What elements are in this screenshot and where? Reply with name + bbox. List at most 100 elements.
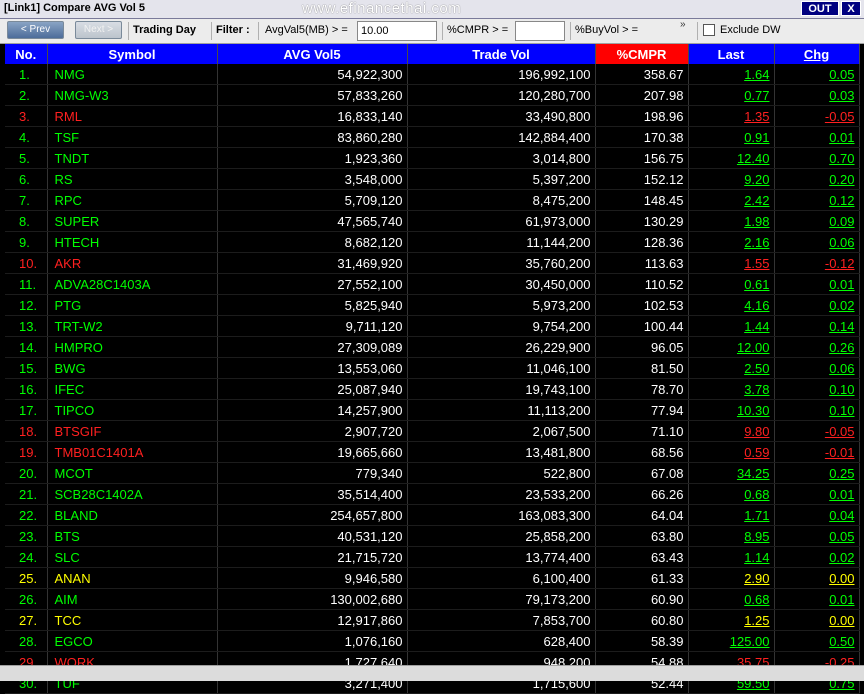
table-cell-chg[interactable]: 0.01 bbox=[774, 126, 860, 148]
table-cell-chg[interactable]: 0.50 bbox=[774, 630, 860, 652]
table-cell-chg[interactable]: -0.01 bbox=[774, 441, 860, 463]
table-cell-last[interactable]: 9.80 bbox=[688, 420, 775, 442]
horizontal-scrollbar[interactable] bbox=[0, 665, 864, 681]
table-cell-symbol[interactable]: ANAN bbox=[47, 567, 218, 589]
table-cell-last[interactable]: 0.61 bbox=[688, 273, 775, 295]
table-row[interactable]: 27. TCC 12,917,860 7,853,700 60.80 1.25 0.00 bbox=[5, 609, 860, 631]
table-cell-symbol[interactable]: PTG bbox=[47, 294, 218, 316]
column-header-avg-vol5[interactable]: AVG Vol5 bbox=[217, 44, 408, 64]
avgvol-filter-input[interactable]: 10.00 bbox=[357, 21, 437, 41]
table-cell-symbol[interactable]: TMB01C1401A bbox=[47, 441, 218, 463]
prev-button[interactable]: < Prev bbox=[7, 21, 64, 39]
table-cell-chg[interactable]: 0.06 bbox=[774, 357, 860, 379]
table-cell-last[interactable]: 12.40 bbox=[688, 147, 775, 169]
out-button[interactable]: OUT bbox=[801, 1, 839, 16]
exclude-dw-label[interactable]: Exclude DW bbox=[720, 24, 781, 36]
table-row[interactable]: 28. EGCO 1,076,160 628,400 58.39 125.00 0.50 bbox=[5, 630, 860, 652]
column-header-trade-vol[interactable]: Trade Vol bbox=[407, 44, 596, 64]
table-cell-last[interactable]: 1.55 bbox=[688, 252, 775, 274]
table-cell-symbol[interactable]: SUPER bbox=[47, 210, 218, 232]
table-row[interactable]: 21. SCB28C1402A 35,514,400 23,533,200 66.26 0… bbox=[5, 483, 860, 505]
table-cell-symbol[interactable]: BWG bbox=[47, 357, 218, 379]
table-row[interactable]: 20. MCOT 779,340 522,800 67.08 34.25 0.25 bbox=[5, 462, 860, 484]
table-cell-symbol[interactable]: AKR bbox=[47, 252, 218, 274]
table-row[interactable]: 19. TMB01C1401A 19,665,660 13,481,800 68.56 0… bbox=[5, 441, 860, 463]
table-cell-symbol[interactable]: TRT-W2 bbox=[47, 315, 218, 337]
table-row[interactable]: 8. SUPER 47,565,740 61,973,000 130.29 1.98 0.0… bbox=[5, 210, 860, 232]
table-cell-symbol[interactable]: TIPCO bbox=[47, 399, 218, 421]
table-row[interactable]: 11. ADVA28C1403A 27,552,100 30,450,000 110.5… bbox=[5, 273, 860, 295]
table-row[interactable]: 1. NMG 54,922,300 196,992,100 358.67 1.64 0.05 bbox=[5, 64, 860, 85]
table-cell-symbol[interactable]: HTECH bbox=[47, 231, 218, 253]
table-cell-chg[interactable]: 0.02 bbox=[774, 546, 860, 568]
trading-day-label[interactable]: Trading Day bbox=[133, 24, 196, 36]
table-cell-last[interactable]: 1.98 bbox=[688, 210, 775, 232]
table-row[interactable]: 14. HMPRO 27,309,089 26,229,900 96.05 12.00 0.… bbox=[5, 336, 860, 358]
table-cell-chg[interactable]: -0.05 bbox=[774, 420, 860, 442]
table-cell-last[interactable]: 125.00 bbox=[688, 630, 775, 652]
table-cell-last[interactable]: 8.95 bbox=[688, 525, 775, 547]
table-row[interactable]: 26. AIM 130,002,680 79,173,200 60.90 0.68 0.01 bbox=[5, 588, 860, 610]
table-cell-chg[interactable]: 0.01 bbox=[774, 273, 860, 295]
table-cell-last[interactable]: 1.14 bbox=[688, 546, 775, 568]
table-cell-symbol[interactable]: TCC bbox=[47, 609, 218, 631]
table-row[interactable]: 22. BLAND 254,657,800 163,083,300 64.04 1.71 0… bbox=[5, 504, 860, 526]
table-row[interactable]: 16. IFEC 25,087,940 19,743,100 78.70 3.78 0.10 bbox=[5, 378, 860, 400]
table-row[interactable]: 7. RPC 5,709,120 8,475,200 148.45 2.42 0.12 bbox=[5, 189, 860, 211]
table-row[interactable]: 13. TRT-W2 9,711,120 9,754,200 100.44 1.44 0.1… bbox=[5, 315, 860, 337]
table-cell-chg[interactable]: 0.06 bbox=[774, 231, 860, 253]
table-row[interactable]: 9. HTECH 8,682,120 11,144,200 128.36 2.16 0.06 bbox=[5, 231, 860, 253]
table-row[interactable]: 17. TIPCO 14,257,900 11,113,200 77.94 10.30 0.… bbox=[5, 399, 860, 421]
table-cell-symbol[interactable]: NMG-W3 bbox=[47, 84, 218, 106]
table-cell-symbol[interactable]: NMG bbox=[47, 64, 218, 85]
table-cell-last[interactable]: 0.59 bbox=[688, 441, 775, 463]
table-cell-chg[interactable]: 0.00 bbox=[774, 609, 860, 631]
table-cell-chg[interactable]: 0.00 bbox=[774, 567, 860, 589]
table-cell-symbol[interactable]: RPC bbox=[47, 189, 218, 211]
table-cell-chg[interactable]: 0.05 bbox=[774, 525, 860, 547]
table-cell-last[interactable]: 2.42 bbox=[688, 189, 775, 211]
table-cell-last[interactable]: 0.68 bbox=[688, 588, 775, 610]
table-cell-last[interactable]: 12.00 bbox=[688, 336, 775, 358]
column-header-chg[interactable]: Chg bbox=[774, 44, 860, 64]
table-cell-chg[interactable]: 0.05 bbox=[774, 64, 860, 85]
exclude-dw-checkbox[interactable] bbox=[703, 24, 715, 36]
table-cell-last[interactable]: 0.91 bbox=[688, 126, 775, 148]
table-row[interactable]: 25. ANAN 9,946,580 6,100,400 61.33 2.90 0.00 bbox=[5, 567, 860, 589]
table-cell-last[interactable]: 10.30 bbox=[688, 399, 775, 421]
table-cell-chg[interactable]: 0.01 bbox=[774, 483, 860, 505]
table-cell-symbol[interactable]: BTS bbox=[47, 525, 218, 547]
table-cell-last[interactable]: 4.16 bbox=[688, 294, 775, 316]
table-cell-symbol[interactable]: BLAND bbox=[47, 504, 218, 526]
table-cell-symbol[interactable]: HMPRO bbox=[47, 336, 218, 358]
table-cell-last[interactable]: 1.44 bbox=[688, 315, 775, 337]
table-row[interactable]: 24. SLC 21,715,720 13,774,400 63.43 1.14 0.02 bbox=[5, 546, 860, 568]
table-cell-chg[interactable]: 0.20 bbox=[774, 168, 860, 190]
column-header-cmpr[interactable]: %CMPR bbox=[595, 44, 689, 64]
table-cell-chg[interactable]: 0.03 bbox=[774, 84, 860, 106]
table-cell-last[interactable]: 1.35 bbox=[688, 105, 775, 127]
table-row[interactable]: 12. PTG 5,825,940 5,973,200 102.53 4.16 0.02 bbox=[5, 294, 860, 316]
table-cell-symbol[interactable]: RS bbox=[47, 168, 218, 190]
table-cell-chg[interactable]: 0.70 bbox=[774, 147, 860, 169]
table-cell-chg[interactable]: 0.25 bbox=[774, 462, 860, 484]
table-cell-chg[interactable]: -0.05 bbox=[774, 105, 860, 127]
table-cell-chg[interactable]: 0.10 bbox=[774, 399, 860, 421]
table-cell-chg[interactable]: 0.10 bbox=[774, 378, 860, 400]
table-cell-chg[interactable]: -0.12 bbox=[774, 252, 860, 274]
column-header-last[interactable]: Last bbox=[688, 44, 775, 64]
table-cell-chg[interactable]: 0.02 bbox=[774, 294, 860, 316]
table-row[interactable]: 23. BTS 40,531,120 25,858,200 63.80 8.95 0.05 bbox=[5, 525, 860, 547]
next-button[interactable]: Next > bbox=[75, 21, 122, 39]
table-cell-last[interactable]: 3.78 bbox=[688, 378, 775, 400]
table-row[interactable]: 4. TSF 83,860,280 142,884,400 170.38 0.91 0.01 bbox=[5, 126, 860, 148]
table-cell-chg[interactable]: 0.04 bbox=[774, 504, 860, 526]
table-cell-symbol[interactable]: TNDT bbox=[47, 147, 218, 169]
table-cell-chg[interactable]: 0.12 bbox=[774, 189, 860, 211]
table-row[interactable]: 3. RML 16,833,140 33,490,800 198.96 1.35 -0.05 bbox=[5, 105, 860, 127]
table-row[interactable]: 6. RS 3,548,000 5,397,200 152.12 9.20 0.20 bbox=[5, 168, 860, 190]
close-button[interactable]: X bbox=[841, 1, 861, 16]
table-cell-symbol[interactable]: SCB28C1402A bbox=[47, 483, 218, 505]
table-cell-symbol[interactable]: MCOT bbox=[47, 462, 218, 484]
table-cell-chg[interactable]: 0.01 bbox=[774, 588, 860, 610]
